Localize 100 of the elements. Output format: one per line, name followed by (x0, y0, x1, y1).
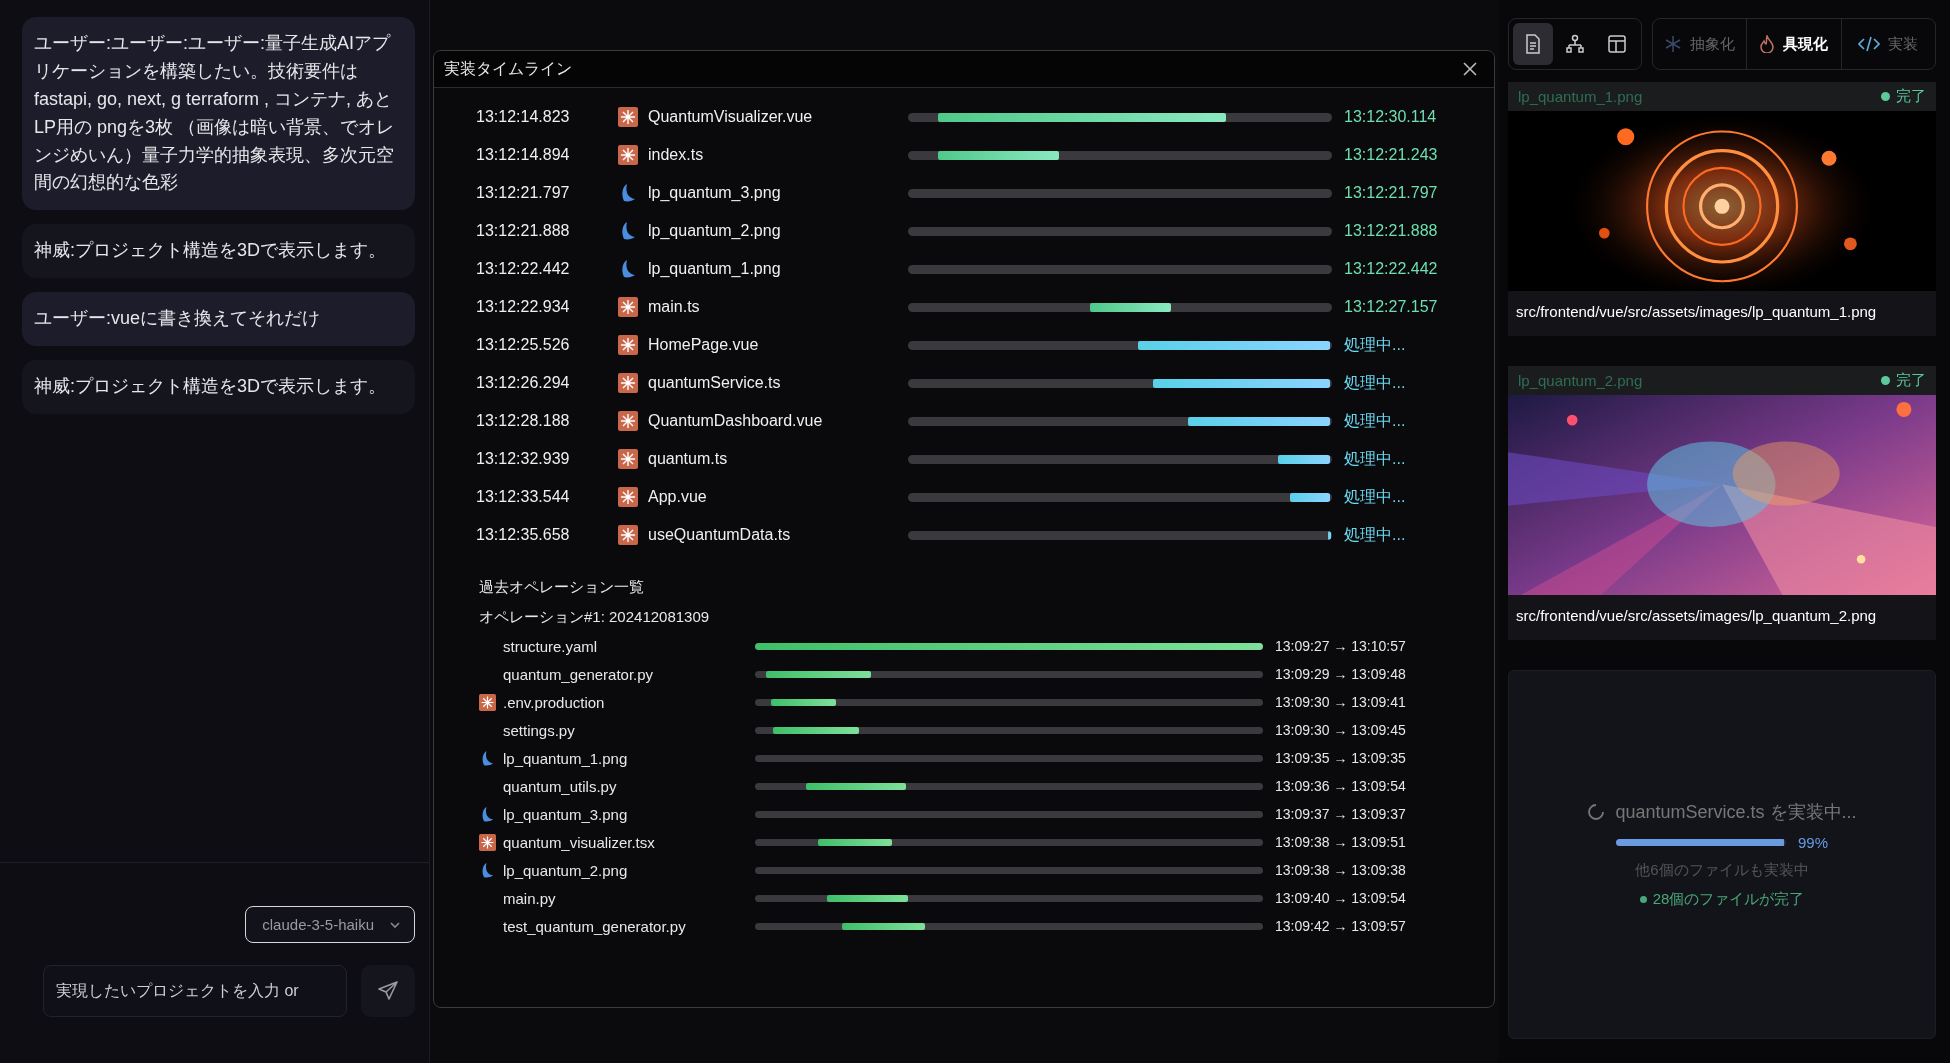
end-time: 処理中... (1344, 410, 1407, 431)
file-name: lp_quantum_3.png (648, 184, 782, 202)
progress-percent: 99% (1798, 834, 1828, 851)
status-dot (1881, 376, 1890, 385)
snowflake-icon (1664, 35, 1683, 53)
file-name: quantum_generator.py (503, 665, 655, 683)
time-range: 13:09:38 → 13:09:51 (1275, 834, 1407, 850)
file-name: useQuantumData.ts (648, 526, 792, 544)
file-name: lp_quantum_3.png (503, 805, 629, 823)
spark-icon (618, 335, 638, 355)
file-name: lp_quantum_1.png (648, 260, 782, 278)
operation-title: オペレーション#1: 202412081309 (479, 607, 711, 627)
end-time: 処理中... (1344, 486, 1407, 507)
code-icon (1858, 36, 1881, 52)
start-time: 13:12:33.544 (476, 488, 571, 506)
layout-icon (1607, 34, 1627, 54)
end-time: 13:12:21.797 (1344, 184, 1439, 202)
file-name: main.py (503, 889, 557, 907)
end-time: 処理中... (1344, 372, 1407, 393)
spark-icon (618, 297, 638, 317)
prompt-input[interactable]: 実現したいプロジェクトを入力 or (43, 965, 347, 1017)
start-time: 13:12:22.442 (476, 260, 571, 278)
hierarchy-icon (1565, 34, 1585, 54)
time-range: 13:09:30 → 13:09:45 (1275, 722, 1407, 738)
file-name: lp_quantum_2.png (503, 861, 629, 879)
time-range: 13:09:35 → 13:09:35 (1275, 750, 1407, 766)
chat-message: ユーザー:ユーザー:ユーザー:量子生成AIアプリケーションを構築したい。技術要件は fastapi, go, next, g terraform , コンテナ, あと LP用の pngを3枚 （画像は暗い背景、でオレンジめいん）量子力学的抽象表現、多次元空間の幻想的な色彩 (22, 17, 415, 211)
spark-icon (618, 525, 638, 545)
file-name: QuantumDashboard.vue (648, 412, 824, 430)
spark-icon (618, 145, 638, 165)
start-time: 13:12:21.797 (476, 184, 571, 202)
file-name: main.ts (648, 298, 701, 316)
asset-name: lp_quantum_1.png (1518, 88, 1643, 105)
file-name: test_quantum_generator.py (503, 917, 687, 935)
file-name: quantumService.ts (648, 374, 782, 392)
spark-icon (618, 107, 638, 127)
chat-message: ユーザー:vueに書き換えてそれだけ (22, 292, 415, 347)
time-range: 13:09:42 → 13:09:57 (1275, 918, 1407, 934)
file-name: quantum.ts (648, 450, 729, 468)
spark-icon (479, 693, 496, 711)
end-time: 13:12:27.157 (1344, 298, 1439, 316)
start-time: 13:12:35.658 (476, 526, 571, 544)
file-path: src/frontend/vue/src/assets/images/lp_quantum_2.png (1515, 606, 1878, 626)
view-button[interactable] (1513, 23, 1553, 65)
start-time: 13:12:21.888 (476, 222, 571, 240)
time-range: 13:09:38 → 13:09:38 (1275, 862, 1407, 878)
end-time: 処理中... (1344, 524, 1407, 545)
file-name: quantum_utils.py (503, 777, 618, 795)
status-dot (1881, 92, 1890, 101)
end-time: 13:12:30.114 (1344, 108, 1438, 126)
file-name: App.vue (648, 488, 708, 506)
start-time: 13:12:26.294 (476, 374, 571, 392)
start-time: 13:12:14.823 (476, 108, 571, 126)
status-dot (1639, 896, 1647, 903)
end-time: 13:12:21.888 (1344, 222, 1439, 240)
time-range: 13:09:30 → 13:09:41 (1275, 694, 1407, 710)
start-time: 13:12:32.939 (476, 450, 571, 468)
pending-note: 他6個のファイルも実装中 (1635, 861, 1809, 880)
file-name: QuantumVisualizer.vue (648, 108, 814, 126)
close-icon (1462, 61, 1478, 77)
spark-icon (479, 833, 496, 851)
file-name: index.ts (648, 146, 705, 164)
spark-icon (618, 373, 638, 393)
send-button[interactable] (361, 965, 415, 1017)
file-name: lp_quantum_2.png (648, 222, 782, 240)
send-icon (377, 980, 399, 1002)
file-name: .env.production (503, 693, 606, 711)
file-name: lp_quantum_1.png (503, 749, 629, 767)
dialog-title: 実装タイムライン (444, 58, 572, 79)
end-time: 13:12:22.442 (1344, 260, 1439, 278)
time-range: 13:09:40 → 13:09:54 (1275, 890, 1407, 906)
flame-icon (1759, 35, 1776, 53)
model-select[interactable]: claude-3-5-haiku (245, 906, 415, 943)
file-path: src/frontend/vue/src/assets/images/lp_quantum_1.png (1515, 302, 1878, 322)
time-range: 13:09:29 → 13:09:48 (1275, 666, 1407, 682)
file-name: HomePage.vue (648, 336, 760, 354)
end-time: 13:12:21.243 (1344, 146, 1439, 164)
spark-icon (618, 487, 638, 507)
spinner-icon (1587, 803, 1606, 821)
chat-message: 神威:プロジェクト構造を3Dで表示します。 (22, 360, 415, 414)
spark-icon (618, 449, 638, 469)
end-time: 処理中... (1344, 334, 1407, 355)
start-time: 13:12:22.934 (476, 298, 571, 316)
start-time: 13:12:28.188 (476, 412, 571, 430)
start-time: 13:12:14.894 (476, 146, 571, 164)
mode-tab[interactable]: 抽象化 (1653, 19, 1747, 69)
completed-note: 28個のファイルが完了 (1652, 890, 1805, 909)
status-label: 完了 (1896, 371, 1926, 390)
start-time: 13:12:25.526 (476, 336, 571, 354)
file-name: quantum_visualizer.tsx (503, 833, 656, 851)
file-name: settings.py (503, 721, 576, 739)
status-label: 完了 (1896, 87, 1926, 106)
progress-label: quantumService.ts を実装中... (1615, 801, 1857, 824)
asset-name: lp_quantum_2.png (1518, 372, 1643, 389)
mode-tab[interactable]: 具現化 (1746, 19, 1841, 69)
mode-tab[interactable]: 実装 (1840, 19, 1935, 69)
section-title: 過去オペレーション一覧 (479, 577, 645, 597)
chat-message: 神威:プロジェクト構造を3Dで表示します。 (22, 224, 415, 279)
end-time: 処理中... (1344, 448, 1407, 469)
time-range: 13:09:27 → 13:10:57 (1275, 638, 1407, 654)
